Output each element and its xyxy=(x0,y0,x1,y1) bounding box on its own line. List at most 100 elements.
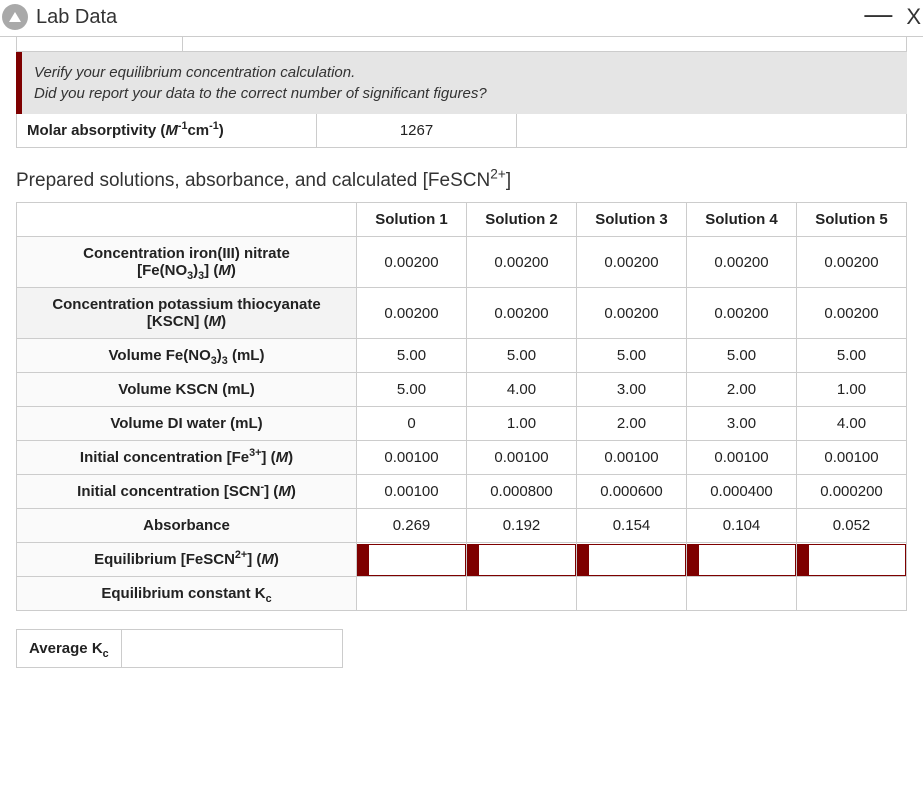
alert-line-2: Did you report your data to the correct … xyxy=(34,83,895,104)
row-conc-kscn: Concentration potassium thiocyanate [KSC… xyxy=(17,288,907,339)
section-title: Prepared solutions, absorbance, and calc… xyxy=(16,170,907,192)
col-solution-2: Solution 2 xyxy=(467,203,577,237)
cell: 0.00200 xyxy=(467,288,577,339)
row-label: Concentration iron(III) nitrate [Fe(NO3)… xyxy=(17,237,357,288)
cell: 0.00200 xyxy=(577,237,687,288)
row-init-scn: Initial concentration [SCN-] (M) 0.00100… xyxy=(17,475,907,509)
cell: 3.00 xyxy=(577,373,687,407)
cell: 0.00100 xyxy=(687,441,797,475)
cell: 0.269 xyxy=(357,509,467,543)
row-vol-di-water: Volume DI water (mL) 0 1.00 2.00 3.00 4.… xyxy=(17,407,907,441)
cell: 0.00200 xyxy=(357,237,467,288)
input-cell[interactable] xyxy=(357,543,467,577)
row-absorbance: Absorbance 0.269 0.192 0.154 0.104 0.052 xyxy=(17,509,907,543)
average-kc-value[interactable] xyxy=(122,630,342,667)
row-label: Initial concentration [Fe3+] (M) xyxy=(17,441,357,475)
kc-input[interactable] xyxy=(467,577,577,611)
row-vol-kscn: Volume KSCN (mL) 5.00 4.00 3.00 2.00 1.0… xyxy=(17,373,907,407)
cell: 0.052 xyxy=(797,509,907,543)
cell: 0.00200 xyxy=(687,237,797,288)
row-label: Concentration potassium thiocyanate [KSC… xyxy=(17,288,357,339)
input-cell[interactable] xyxy=(577,543,687,577)
cell: 0.00200 xyxy=(467,237,577,288)
row-label: Absorbance xyxy=(17,509,357,543)
error-marker-icon xyxy=(577,544,589,576)
col-solution-4: Solution 4 xyxy=(687,203,797,237)
cell: 2.00 xyxy=(687,373,797,407)
row-label: Volume Fe(NO3)3 (mL) xyxy=(17,339,357,373)
error-marker-icon xyxy=(687,544,699,576)
input-cell[interactable] xyxy=(797,543,907,577)
cell: 0.00200 xyxy=(797,288,907,339)
col-solution-1: Solution 1 xyxy=(357,203,467,237)
data-table: Solution 1 Solution 2 Solution 3 Solutio… xyxy=(16,202,907,611)
cell: 0.00100 xyxy=(797,441,907,475)
row-equilibrium-kc: Equilibrium constant Kc xyxy=(17,577,907,611)
cell: 4.00 xyxy=(797,407,907,441)
row-label: Volume DI water (mL) xyxy=(17,407,357,441)
row-label: Initial concentration [SCN-] (M) xyxy=(17,475,357,509)
cell: 0.00100 xyxy=(467,441,577,475)
row-conc-iron-nitrate: Concentration iron(III) nitrate [Fe(NO3)… xyxy=(17,237,907,288)
col-solution-5: Solution 5 xyxy=(797,203,907,237)
cell: 0.000200 xyxy=(797,475,907,509)
input-cell[interactable] xyxy=(467,543,577,577)
row-label: Volume KSCN (mL) xyxy=(17,373,357,407)
cell: 1.00 xyxy=(797,373,907,407)
cell: 5.00 xyxy=(467,339,577,373)
row-equilibrium-fescn: Equilibrium [FeSCN2+] (M) xyxy=(17,543,907,577)
cell: 0.000400 xyxy=(687,475,797,509)
equilibrium-input[interactable] xyxy=(369,544,466,576)
cell: 2.00 xyxy=(577,407,687,441)
spacer-row xyxy=(16,37,907,52)
error-marker-icon xyxy=(797,544,809,576)
cell: 5.00 xyxy=(357,373,467,407)
cell: 0.00200 xyxy=(577,288,687,339)
cell: 0.000800 xyxy=(467,475,577,509)
cell: 5.00 xyxy=(687,339,797,373)
cell: 0.00100 xyxy=(577,441,687,475)
equilibrium-input[interactable] xyxy=(809,544,906,576)
cell: 0 xyxy=(357,407,467,441)
window-header: Lab Data — X xyxy=(0,0,923,37)
kc-input[interactable] xyxy=(797,577,907,611)
cell: 0.00200 xyxy=(797,237,907,288)
molar-absorptivity-label: Molar absorptivity (M-1cm-1) xyxy=(17,114,317,147)
average-kc-box: Average Kc xyxy=(16,629,343,668)
row-label: Equilibrium [FeSCN2+] (M) xyxy=(17,543,357,577)
cell: 3.00 xyxy=(687,407,797,441)
header-empty xyxy=(17,203,357,237)
input-cell[interactable] xyxy=(687,543,797,577)
minimize-button[interactable]: — xyxy=(864,9,892,25)
cell: 5.00 xyxy=(577,339,687,373)
kc-input[interactable] xyxy=(357,577,467,611)
cell: 0.00200 xyxy=(687,288,797,339)
cell: 0.192 xyxy=(467,509,577,543)
row-vol-feno3: Volume Fe(NO3)3 (mL) 5.00 5.00 5.00 5.00… xyxy=(17,339,907,373)
cell: 0.104 xyxy=(687,509,797,543)
molar-absorptivity-row: Molar absorptivity (M-1cm-1) 1267 xyxy=(16,114,907,148)
error-marker-icon xyxy=(357,544,369,576)
equilibrium-input[interactable] xyxy=(479,544,576,576)
cell: 4.00 xyxy=(467,373,577,407)
equilibrium-input[interactable] xyxy=(589,544,686,576)
window-title: Lab Data xyxy=(36,6,117,29)
kc-input[interactable] xyxy=(687,577,797,611)
cell: 0.000600 xyxy=(577,475,687,509)
app-logo-icon xyxy=(2,4,28,30)
col-solution-3: Solution 3 xyxy=(577,203,687,237)
cell: 5.00 xyxy=(797,339,907,373)
header-row: Solution 1 Solution 2 Solution 3 Solutio… xyxy=(17,203,907,237)
average-kc-label: Average Kc xyxy=(17,630,122,667)
kc-input[interactable] xyxy=(577,577,687,611)
close-button[interactable]: X xyxy=(906,4,921,30)
cell: 0.00100 xyxy=(357,475,467,509)
cell: 0.00200 xyxy=(357,288,467,339)
cell: 1.00 xyxy=(467,407,577,441)
cell: 0.00100 xyxy=(357,441,467,475)
equilibrium-input[interactable] xyxy=(699,544,796,576)
cell: 5.00 xyxy=(357,339,467,373)
validation-alert: Verify your equilibrium concentration ca… xyxy=(16,52,907,114)
error-marker-icon xyxy=(467,544,479,576)
cell: 0.154 xyxy=(577,509,687,543)
